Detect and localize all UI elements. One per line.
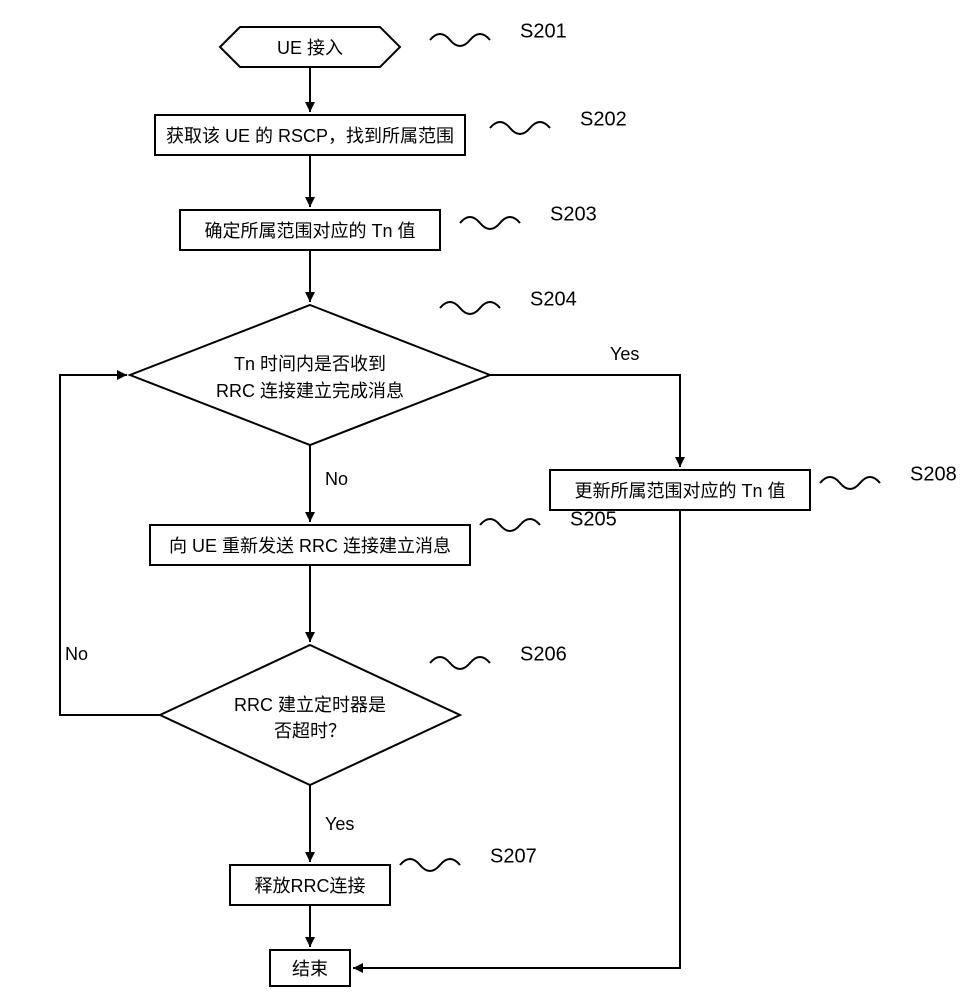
squiggle-s205 <box>480 519 540 531</box>
s208-text: 更新所属范围对应的 Tn 值 <box>574 481 785 501</box>
squiggle-s201 <box>430 34 490 46</box>
s202-label: S202 <box>580 108 627 130</box>
s205-text: 向 UE 重新发送 RRC 连接建立消息 <box>169 536 451 556</box>
edge-s206-s204-loop <box>60 375 160 715</box>
s207-text: 释放RRC连接 <box>255 876 366 896</box>
squiggle-s204 <box>440 302 500 314</box>
node-s203: 确定所属范围对应的 Tn 值 <box>180 210 440 250</box>
edge-no2-label: No <box>65 644 88 664</box>
squiggle-s207 <box>400 859 460 871</box>
edge-yes1-label: Yes <box>610 344 639 364</box>
end-text: 结束 <box>292 959 328 979</box>
s205-label: S205 <box>570 508 617 530</box>
s206-line2: 否超时？ <box>274 721 346 741</box>
edge-no1-label: No <box>325 469 348 489</box>
s202-text: 获取该 UE 的 RSCP，找到所属范围 <box>166 126 454 146</box>
edge-s204-s208 <box>490 375 680 467</box>
node-s204: Tn 时间内是否收到 RRC 连接建立完成消息 <box>130 305 490 445</box>
s201-label: S201 <box>520 20 567 42</box>
squiggle-s206 <box>430 657 490 669</box>
node-end: 结束 <box>270 950 350 986</box>
squiggle-s202 <box>490 122 550 134</box>
s203-text: 确定所属范围对应的 Tn 值 <box>204 221 415 241</box>
s201-text: UE 接入 <box>277 38 343 58</box>
node-s201: UE 接入 <box>220 27 400 67</box>
node-s202: 获取该 UE 的 RSCP，找到所属范围 <box>155 115 465 155</box>
s206-line1: RRC 建立定时器是 <box>234 695 386 715</box>
s207-label: S207 <box>490 845 537 867</box>
node-s205: 向 UE 重新发送 RRC 连接建立消息 <box>150 525 470 565</box>
flowchart-diagram: UE 接入 S201 获取该 UE 的 RSCP，找到所属范围 S202 确定所… <box>0 0 964 1000</box>
node-s206: RRC 建立定时器是 否超时？ <box>160 645 460 785</box>
s208-label: S208 <box>910 463 957 485</box>
s203-label: S203 <box>550 203 597 225</box>
squiggle-s203 <box>460 217 520 229</box>
node-s207: 释放RRC连接 <box>230 865 390 905</box>
s204-label: S204 <box>530 288 577 310</box>
edge-yes2-label: Yes <box>325 814 354 834</box>
node-s208: 更新所属范围对应的 Tn 值 <box>550 470 810 510</box>
squiggle-s208 <box>820 477 880 489</box>
s206-label: S206 <box>520 643 567 665</box>
s204-line1: Tn 时间内是否收到 <box>234 354 386 374</box>
s204-line2: RRC 连接建立完成消息 <box>216 381 404 401</box>
